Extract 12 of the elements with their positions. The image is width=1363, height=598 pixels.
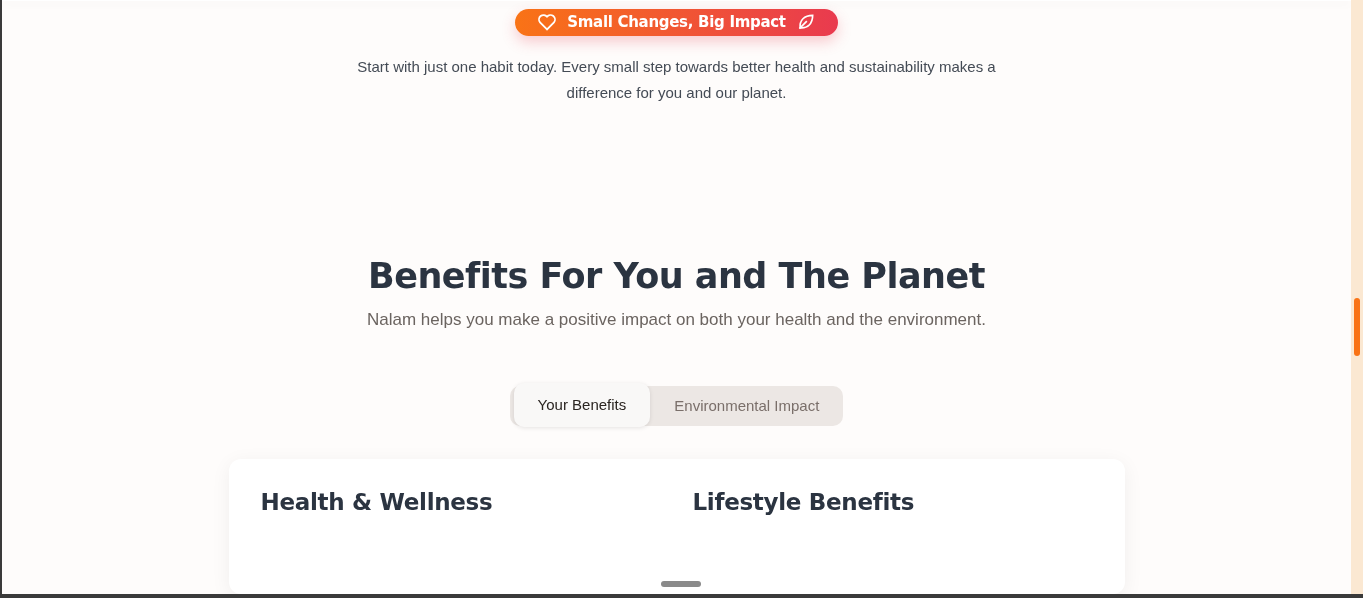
scrollbar[interactable] (1351, 0, 1363, 594)
scrollbar-thumb[interactable] (1354, 298, 1360, 356)
column-heading: Health & Wellness (260, 488, 494, 515)
column-heading: Lifestyle Benefits (692, 488, 916, 515)
drag-handle-icon[interactable] (661, 581, 701, 587)
section-subtitle: Nalam helps you make a positive impact on both your health and the environment. (367, 309, 986, 330)
section-title: Benefits For You and The Planet (368, 255, 985, 296)
heart-icon (537, 13, 558, 32)
impact-button[interactable]: Small Changes, Big Impact (515, 9, 838, 36)
tab[interactable]: Environmental Impact (650, 385, 844, 426)
intro-text: Start with just one habit today. Every small step towards better health and sustainability makes a difference for you and our planet. (356, 56, 997, 103)
tab[interactable]: Your Benefits (513, 382, 651, 427)
